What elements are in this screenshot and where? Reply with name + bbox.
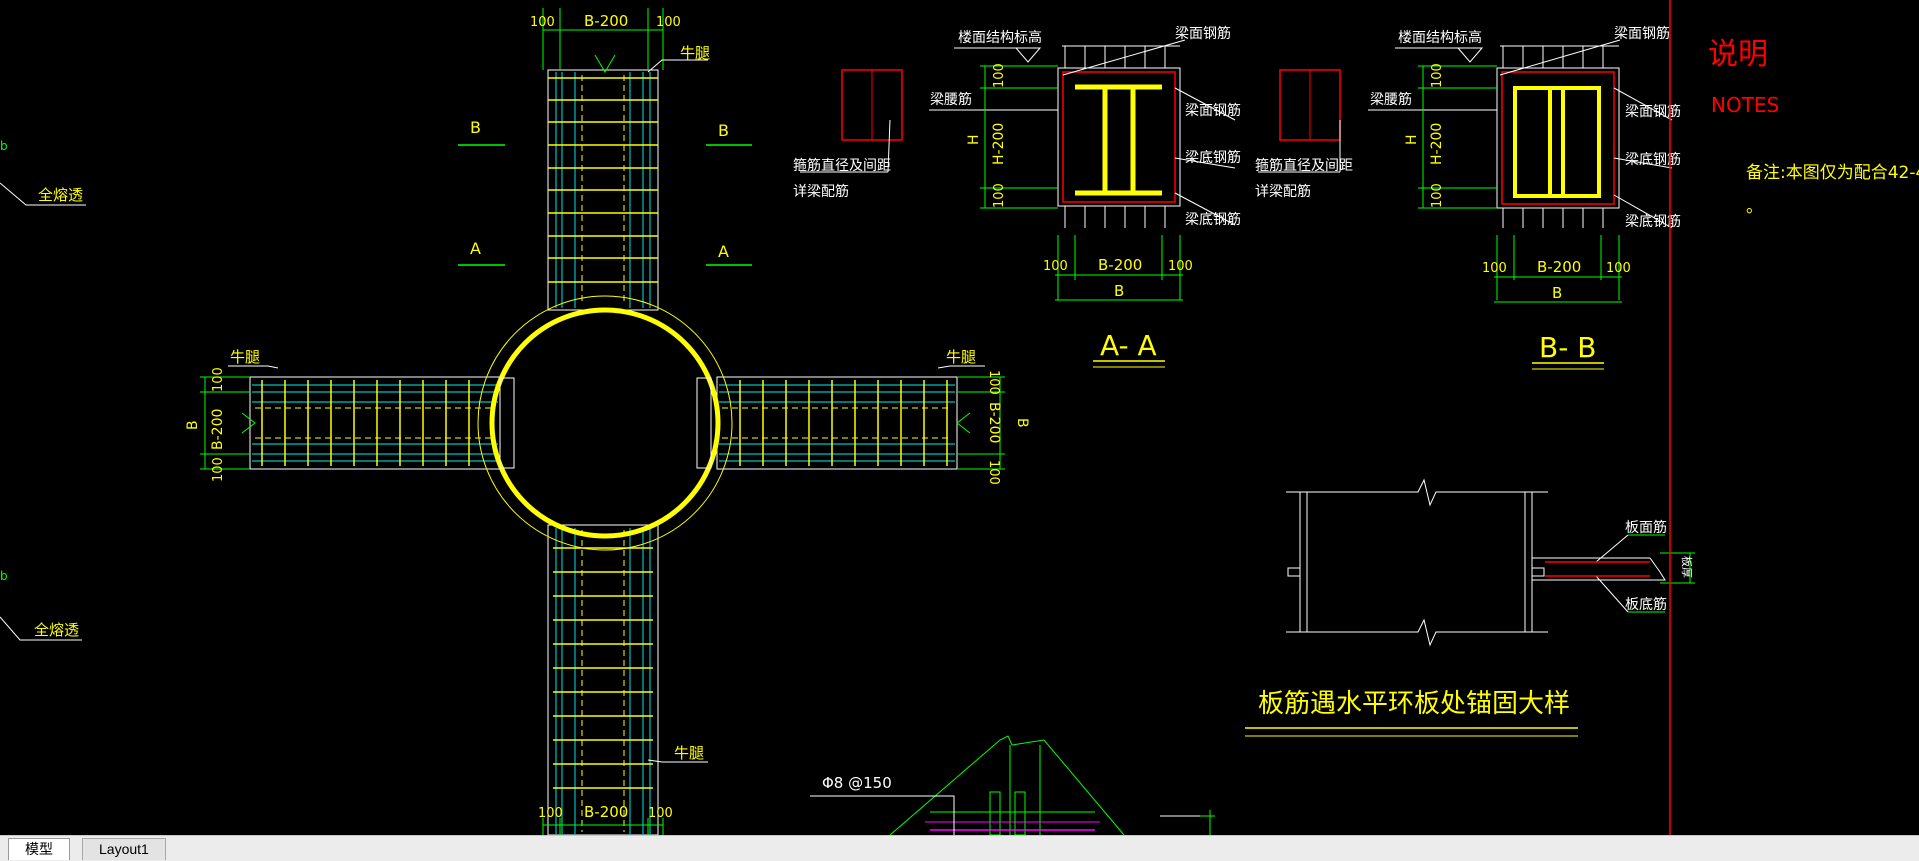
bb-dim-h-left: 100 xyxy=(1482,261,1507,276)
section-aa: 楼面结构标高 梁面钢筋 梁腰筋 箍筋直径及间距 详梁配筋 梁面钢筋 梁底钢筋 梁… xyxy=(793,25,1241,368)
tab-model[interactable]: 模型 xyxy=(8,838,70,860)
slab-thickness-label: 板厚 xyxy=(1680,556,1694,578)
aa-stirrup-note-1: 箍筋直径及间距 xyxy=(793,157,891,174)
bb-dim-h-mid: B-200 xyxy=(1537,258,1581,276)
cut-a-right: A xyxy=(718,242,729,261)
cut-a-left: A xyxy=(470,239,481,258)
corbel-label-bottom: 牛腿 xyxy=(674,744,704,762)
bb-dim-v-mid: H-200 xyxy=(1429,123,1445,165)
plan-dim-right-top: 100 xyxy=(986,370,1001,395)
bb-dim-v-top: 100 xyxy=(1430,63,1445,88)
aa-title: A- A xyxy=(1100,329,1157,362)
bb-dim-h-total: B xyxy=(1552,284,1562,302)
plan-dim-top-mid: B-200 xyxy=(584,12,628,30)
aa-dim-v-mid: H-200 xyxy=(991,123,1007,165)
tab-layout1[interactable]: Layout1 xyxy=(82,838,166,860)
weld-label-top: 全熔透 xyxy=(38,186,83,204)
aa-stirrup-note-2: 详梁配筋 xyxy=(793,183,849,200)
notes-heading-en: NOTES xyxy=(1711,93,1779,117)
bb-side-rebar-1: 梁面钢筋 xyxy=(1625,103,1681,120)
bb-dim-v-total: H xyxy=(1404,134,1420,145)
plan-dim-left-bottom: 100 xyxy=(211,457,226,482)
bb-floor-level: 楼面结构标高 xyxy=(1398,29,1482,46)
slab-bottom-rebar-label: 板底筋 xyxy=(1625,596,1667,613)
aa-dim-h-right: 100 xyxy=(1168,259,1193,274)
plan-dim-left-top: 100 xyxy=(211,367,226,392)
weld-callouts: b 全熔透 b 全熔透 xyxy=(0,139,86,641)
plan-dim-left-total: B xyxy=(185,420,201,430)
svg-text:b: b xyxy=(0,569,8,583)
plan-dim-left-mid: B-200 xyxy=(210,409,226,450)
bb-stirrup-note-2: 详梁配筋 xyxy=(1255,183,1311,200)
plan-dim-right-mid: B-200 xyxy=(986,402,1002,443)
bb-dim-h-right: 100 xyxy=(1606,261,1631,276)
aa-dim-v-top: 100 xyxy=(992,63,1007,88)
aa-dim-h-mid: B-200 xyxy=(1098,256,1142,274)
notes-heading-cn: 说明 xyxy=(1708,37,1768,72)
plan-dim-bottom-left: 100 xyxy=(538,806,563,821)
aa-bottom-rebar: 梁底钢筋 xyxy=(1185,211,1241,228)
notes-remark: 备注:本图仅为配合42-48 xyxy=(1746,163,1919,183)
corbel-label-left: 牛腿 xyxy=(230,348,260,366)
aa-dim-h-total: B xyxy=(1114,282,1124,300)
aa-dim-h-left: 100 xyxy=(1043,259,1068,274)
bb-title: B- B xyxy=(1539,331,1596,364)
bb-bottom-rebar: 梁底钢筋 xyxy=(1625,213,1681,230)
stirrup-callout: Φ8 @150 xyxy=(822,774,892,792)
aa-beam-top-rebar: 梁面钢筋 xyxy=(1175,25,1231,42)
anchor-detail: 板面筋 板底筋 板厚 板筋遇水平环板处锚固大样 xyxy=(1245,478,1695,737)
aa-dim-v-bottom: 100 xyxy=(992,183,1007,208)
corbel-label-top: 牛腿 xyxy=(680,44,710,62)
plan-dim-right-total: B xyxy=(1014,418,1030,428)
anchor-detail-title: 板筋遇水平环板处锚固大样 xyxy=(1258,689,1570,719)
slab-top-rebar-label: 板面筋 xyxy=(1625,519,1667,536)
bb-beam-top-rebar: 梁面钢筋 xyxy=(1614,25,1670,42)
aa-dim-v-total: H xyxy=(966,134,982,145)
weld-label-bottom: 全熔透 xyxy=(34,621,79,639)
svg-text:b: b xyxy=(0,139,8,153)
aa-side-rebar-2: 梁底钢筋 xyxy=(1185,149,1241,166)
plan-dim-bottom-right: 100 xyxy=(648,806,673,821)
layout-tab-bar: 模型 Layout1 xyxy=(0,835,1919,861)
plan-dim-bottom-mid: B-200 xyxy=(584,803,628,821)
aa-waist-rebar: 梁腰筋 xyxy=(930,91,972,108)
aa-floor-level: 楼面结构标高 xyxy=(958,29,1042,46)
cad-drawing-canvas[interactable]: b 全熔透 b 全熔透 100 B-200 100 100 B-200 100 … xyxy=(0,0,1919,835)
cut-b-left: B xyxy=(470,118,481,137)
plan-dim-top-right: 100 xyxy=(656,15,681,30)
bb-waist-rebar: 梁腰筋 xyxy=(1370,91,1412,108)
bb-side-rebar-2: 梁底钢筋 xyxy=(1625,151,1681,168)
bb-stirrup-note-1: 箍筋直径及间距 xyxy=(1255,157,1353,174)
notes-remark-tail: 。 xyxy=(1746,197,1763,217)
joint-plan: 100 B-200 100 100 B-200 100 100 B-200 10… xyxy=(185,8,1030,835)
bb-dim-v-bottom: 100 xyxy=(1430,183,1445,208)
cut-b-right: B xyxy=(718,121,729,140)
bottom-partial-detail: Φ8 @150 xyxy=(810,735,1215,835)
plan-dim-top-left: 100 xyxy=(530,15,555,30)
notes-panel: 说明 NOTES 备注:本图仅为配合42-48 。 xyxy=(1669,0,1919,835)
aa-side-rebar-1: 梁面钢筋 xyxy=(1185,102,1241,119)
section-bb: 楼面结构标高 梁面钢筋 梁腰筋 箍筋直径及间距 详梁配筋 梁面钢筋 梁底钢筋 梁… xyxy=(1255,25,1681,370)
corbel-label-right: 牛腿 xyxy=(946,348,976,366)
plan-dim-right-bottom: 100 xyxy=(986,460,1001,485)
